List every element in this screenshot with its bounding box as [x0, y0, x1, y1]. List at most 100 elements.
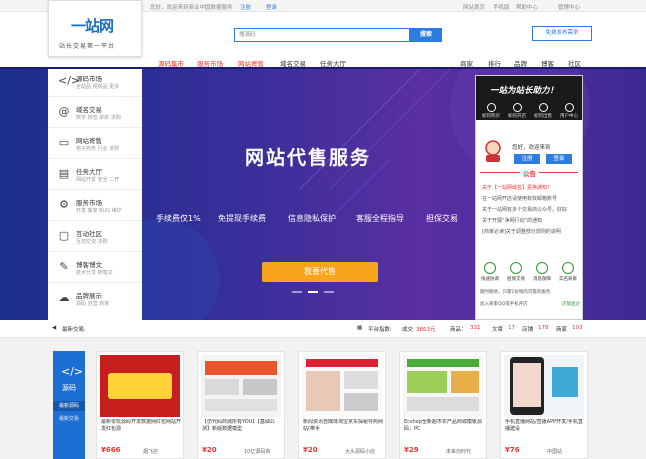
feature-privacy: 信息隐私保护	[288, 214, 336, 223]
verified-icon	[562, 262, 574, 274]
carousel-dot-2[interactable]	[308, 291, 318, 293]
sell-cta-button[interactable]: 我要代售	[262, 262, 378, 282]
mobile-link[interactable]: 手机版	[493, 3, 510, 11]
notice-title: 公告	[520, 168, 539, 178]
category-link-trades[interactable]: 最新交易	[53, 415, 85, 422]
sidebar-item-sub: 网站开发 安全 二开	[76, 177, 120, 183]
nav-item-task-hall[interactable]: 任务大厅	[320, 58, 346, 68]
service-fast[interactable]: 快速协调	[478, 262, 502, 282]
product-card[interactable]: Ecshop全新超市农产品商城模板源码，PC ¥29 未来创时代	[399, 351, 487, 459]
post-demand-button[interactable]: 免费发布需求	[532, 26, 592, 41]
shop-name[interactable]: 大头源码小店	[345, 448, 375, 455]
greeting-text: 您好，欢迎来到	[512, 145, 551, 151]
lightning-icon	[484, 262, 496, 274]
news-item[interactable]: 在一站网开店请使用有效邮箱账号	[482, 195, 580, 202]
news-item[interactable]: [商家必读]关于调整部分规则的说明	[482, 228, 580, 235]
nav-item-domain-trade[interactable]: 域名交易	[280, 58, 306, 68]
carousel-dot-1[interactable]	[292, 291, 302, 293]
sidebar-item-label: 域名交易	[76, 106, 102, 114]
sidebar-item-sub: 源码 自营 商家	[76, 301, 110, 307]
sidebar-item-brand[interactable]: ☁ 品牌展示 源码 自营 商家	[48, 286, 142, 314]
sidebar-item-community[interactable]: ▢ 互动社区 互动交流 求购	[48, 224, 142, 252]
user-center-link[interactable]: 用户中心	[556, 103, 582, 119]
cloud-icon: ☁	[58, 291, 70, 304]
product-title: 最新零玩源码开发数据网红包网站开发红包源	[101, 419, 181, 432]
nav-item-merchants[interactable]: 商家	[460, 58, 473, 68]
sidebar-item-task[interactable]: ▤ 任务大厅 网站开发 安全 二开	[48, 162, 142, 190]
service-guarantee[interactable]: 消息保障	[530, 262, 554, 282]
login-link[interactable]: 登录	[266, 3, 277, 11]
how-to-sell-link[interactable]: 如何出售	[530, 103, 556, 119]
nav-item-service-market[interactable]: 服务市场	[197, 58, 223, 68]
help-link[interactable]: 帮助中心	[516, 3, 538, 11]
sidebar-item-label: 网站寄售	[76, 137, 102, 145]
product-card[interactable]: 【仿代码商城所有YOU】【基础公测】新版数据模型 ¥20 10亿源码商	[197, 351, 285, 459]
product-price: ¥666	[101, 446, 121, 454]
platform-index-label: 平台指数:	[368, 327, 392, 333]
nav-item-brand[interactable]: 品牌	[514, 58, 527, 68]
articles-label: 文章	[492, 327, 504, 333]
shop-name[interactable]: 未来创时代	[446, 448, 471, 455]
sidebar-item-domain[interactable]: @ 域名交易 数字 拼音 单拼 求购	[48, 100, 142, 128]
login-button[interactable]: 登录	[546, 154, 572, 164]
feature-free-withdraw: 免提现手续费	[218, 214, 266, 223]
home-link[interactable]: 网站首页	[463, 3, 485, 11]
product-card[interactable]: 手机直播网站/直播APP开发/手机直播建设 ¥76 中国站	[500, 351, 588, 459]
goods-value: 331	[470, 325, 481, 331]
product-price: ¥20	[303, 446, 318, 454]
nav-item-community[interactable]: 社区	[568, 58, 581, 68]
service-escrow[interactable]: 担保交易	[504, 262, 528, 282]
product-thumbnail	[403, 355, 483, 417]
product-card[interactable]: 最新零玩源码开发数据网红包网站开发红包源 ¥666 烟飞店	[96, 351, 184, 459]
how-to-buy-link[interactable]: 如何购买	[478, 103, 504, 119]
nav-item-blog[interactable]: 博客	[541, 58, 554, 68]
sidebar-item-blog[interactable]: ✎ 博客博文 技术分享 随笔文	[48, 255, 142, 283]
admin-center-link[interactable]: 管理中心	[558, 3, 580, 11]
product-price: ¥76	[505, 446, 520, 454]
product-price: ¥29	[404, 446, 419, 454]
product-title: Ecshop全新超市农产品商城模板源码，PC	[404, 419, 482, 432]
shop-name[interactable]: 10亿源码商	[244, 448, 270, 455]
sidebar-item-label: 服务市场	[76, 199, 102, 207]
category-name: 源码	[62, 384, 76, 392]
product-card[interactable]: 新闻资讯自媒体淘宝京东探秘导购网站(带手 ¥20 大头源码小店	[298, 351, 386, 459]
register-button[interactable]: 注册	[514, 154, 540, 164]
search-input[interactable]: 搜源码	[234, 28, 410, 42]
shop-name[interactable]: 烟飞店	[143, 448, 158, 455]
nav-item-site-sale[interactable]: 网站寄售	[238, 58, 264, 68]
main-nav: 源码集市 服务市场 网站寄售 域名交易 任务大厅 商家 排行 品牌 博客 社区	[0, 57, 646, 69]
sidebar-item-service[interactable]: ⚙ 服务市场 开发 搬家 BUG 维护	[48, 193, 142, 221]
code-icon: </>	[61, 365, 84, 378]
gear-icon: ⚙	[59, 198, 69, 211]
amount-value: 3863元	[416, 327, 436, 333]
sidebar-item-sub: 电子商务 行业 求购	[76, 146, 120, 152]
edit-icon: ✎	[59, 260, 69, 273]
welcome-text: 您好，欢迎来到商业中国数据服务	[150, 5, 233, 11]
nav-item-ranking[interactable]: 排行	[488, 58, 501, 68]
user-icon	[564, 103, 574, 112]
register-link[interactable]: 注册	[240, 3, 251, 11]
chart-icon: ▦	[357, 325, 363, 331]
avatar	[485, 140, 501, 162]
search-button[interactable]: 搜索	[410, 28, 442, 42]
how-to-open-shop-link[interactable]: 如何开店	[504, 103, 530, 119]
nav-item-source-market[interactable]: 源码集市	[158, 58, 184, 68]
panel-header: 一站为站长助力！ 如何购买 如何开店 如何出售 用户中心	[476, 76, 582, 120]
news-item[interactable]: 关于开展“净网行动”的通知	[482, 217, 580, 224]
category-sidebar: </> 源码市场 全站品 视频品 更多 @ 域名交易 数字 拼音 单拼 求购 ▭…	[48, 69, 142, 320]
shop-name[interactable]: 中国站	[547, 448, 562, 455]
monitor-icon: ▭	[58, 136, 70, 149]
news-item[interactable]: 关于【一站网域名】更换通知！	[482, 184, 580, 191]
service-verified[interactable]: 实名商家	[556, 262, 580, 282]
category-link-latest[interactable]: 最新源码	[53, 401, 85, 411]
sidebar-item-source[interactable]: </> 源码市场 全站品 视频品 更多	[48, 69, 142, 97]
sidebar-item-site-sale[interactable]: ▭ 网站寄售 电子商务 行业 求购	[48, 131, 142, 159]
product-thumbnail	[504, 355, 584, 417]
feature-escrow: 担保交易	[426, 214, 458, 223]
product-title: 手机直播网站/直播APP开发/手机直播建设	[505, 419, 583, 432]
carousel-dot-3[interactable]	[324, 291, 334, 293]
news-item[interactable]: 关于一站网有多个交易商公众号。好好	[482, 206, 580, 213]
logo[interactable]: 一站网 站长交易第一平台	[48, 0, 142, 57]
merchants-value: 103	[572, 325, 583, 331]
shop-direct-link[interactable]: 店铺直达	[562, 301, 580, 307]
